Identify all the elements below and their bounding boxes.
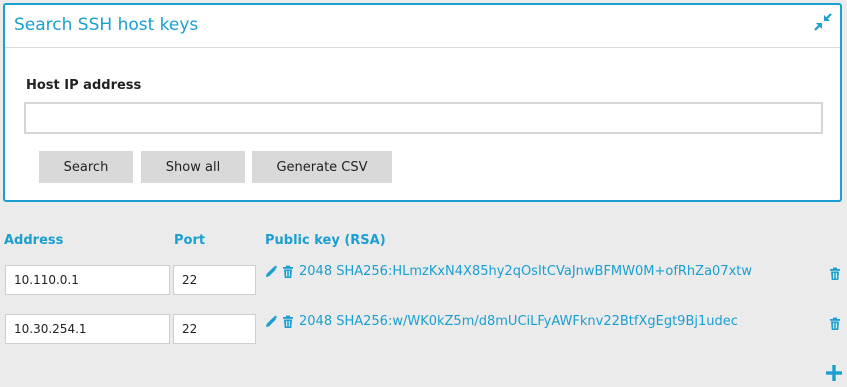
trash-icon[interactable] xyxy=(828,316,842,330)
pencil-icon[interactable] xyxy=(264,265,278,279)
show-all-button[interactable]: Show all xyxy=(141,151,245,183)
public-key-link[interactable]: 2048 SHA256:HLmzKxN4X85hy2qOsItCVaJnwBFM… xyxy=(299,264,752,279)
address-input[interactable] xyxy=(5,265,170,295)
panel-header: Search SSH host keys xyxy=(5,5,840,48)
host-ip-label: Host IP address xyxy=(26,78,142,93)
port-input[interactable] xyxy=(173,265,256,295)
public-key-cell: 2048 SHA256:w/WK0kZ5m/d8mUCiLFyAWFknv22B… xyxy=(264,314,738,329)
port-input[interactable] xyxy=(173,314,256,344)
trash-icon[interactable] xyxy=(281,315,295,329)
generate-csv-button[interactable]: Generate CSV xyxy=(252,151,392,183)
trash-icon[interactable] xyxy=(828,266,842,280)
column-header-port: Port xyxy=(174,233,206,248)
plus-icon[interactable] xyxy=(824,363,844,383)
pencil-icon[interactable] xyxy=(264,315,278,329)
column-header-public-key: Public key (RSA) xyxy=(265,233,386,248)
panel-title: Search SSH host keys xyxy=(14,15,199,35)
collapse-arrows-icon[interactable] xyxy=(812,11,834,33)
search-button[interactable]: Search xyxy=(39,151,133,183)
public-key-cell: 2048 SHA256:HLmzKxN4X85hy2qOsItCVaJnwBFM… xyxy=(264,264,752,279)
public-key-link[interactable]: 2048 SHA256:w/WK0kZ5m/d8mUCiLFyAWFknv22B… xyxy=(299,314,738,329)
column-header-address: Address xyxy=(4,233,64,248)
search-panel: Search SSH host keys Host IP address Sea… xyxy=(3,3,842,202)
host-ip-input[interactable] xyxy=(24,102,823,134)
address-input[interactable] xyxy=(5,314,170,344)
trash-icon[interactable] xyxy=(281,265,295,279)
